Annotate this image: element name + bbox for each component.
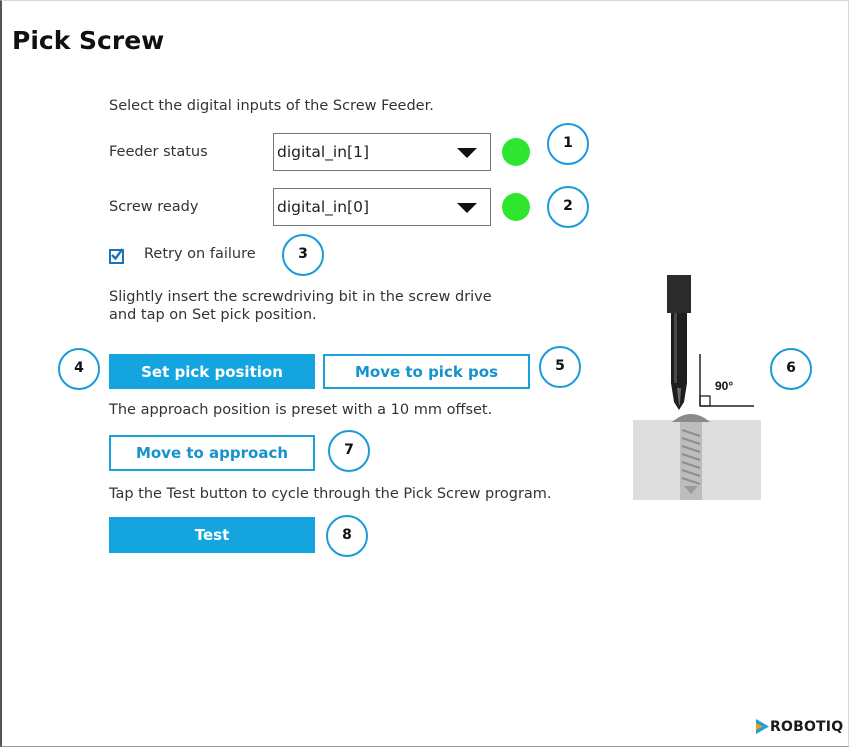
test-button[interactable]: Test bbox=[109, 517, 315, 553]
callout-5: 5 bbox=[539, 346, 581, 388]
callout-8: 8 bbox=[326, 515, 368, 557]
insert-instruction-line1: Slightly insert the screwdriving bit in … bbox=[109, 289, 492, 305]
feeder-status-indicator bbox=[502, 138, 530, 166]
robotiq-logo: ROBOTIQ bbox=[756, 719, 843, 735]
chevron-down-icon bbox=[457, 148, 477, 158]
feeder-status-label: Feeder status bbox=[109, 144, 208, 160]
callout-1: 1 bbox=[547, 123, 589, 165]
page-title: Pick Screw bbox=[12, 26, 165, 55]
angle-label: 90° bbox=[715, 379, 733, 393]
screw-ready-label: Screw ready bbox=[109, 199, 199, 215]
screwdriver-illustration: 90° bbox=[633, 275, 761, 500]
callout-2: 2 bbox=[547, 186, 589, 228]
robotiq-logo-text: ROBOTIQ bbox=[770, 719, 844, 735]
screw-ready-value: digital_in[0] bbox=[277, 198, 370, 216]
checkmark-icon bbox=[111, 248, 124, 261]
robotiq-logo-mark-icon bbox=[756, 719, 769, 734]
callout-7: 7 bbox=[328, 430, 370, 472]
test-note: Tap the Test button to cycle through the… bbox=[109, 486, 552, 502]
screw-ready-select[interactable]: digital_in[0] bbox=[273, 188, 491, 226]
feeder-status-select[interactable]: digital_in[1] bbox=[273, 133, 491, 171]
screw-ready-indicator bbox=[502, 193, 530, 221]
retry-checkbox[interactable] bbox=[109, 248, 124, 264]
insert-instruction-line2: and tap on Set pick position. bbox=[109, 307, 317, 323]
callout-4: 4 bbox=[58, 348, 100, 390]
chevron-down-icon bbox=[457, 203, 477, 213]
move-to-pick-button[interactable]: Move to pick pos bbox=[323, 354, 530, 389]
approach-note: The approach position is preset with a 1… bbox=[109, 402, 493, 418]
callout-3: 3 bbox=[282, 234, 324, 276]
set-pick-position-button[interactable]: Set pick position bbox=[109, 354, 315, 389]
select-inputs-instruction: Select the digital inputs of the Screw F… bbox=[109, 98, 434, 114]
callout-6: 6 bbox=[770, 348, 812, 390]
move-to-approach-button[interactable]: Move to approach bbox=[109, 435, 315, 471]
retry-label: Retry on failure bbox=[144, 246, 256, 262]
feeder-status-value: digital_in[1] bbox=[277, 143, 370, 161]
